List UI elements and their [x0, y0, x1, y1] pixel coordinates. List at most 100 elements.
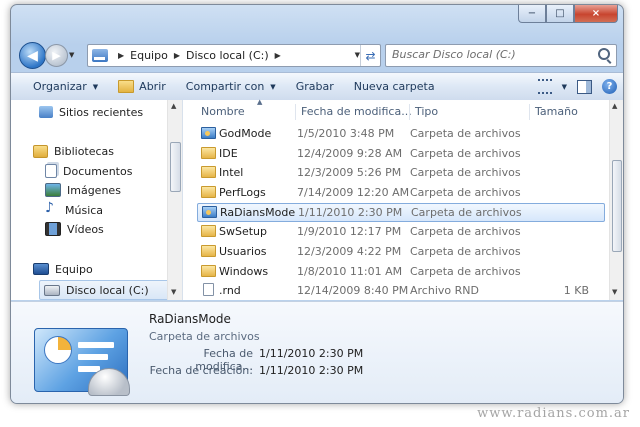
arrow-left-icon: ◀ — [27, 47, 38, 64]
file-date: 12/3/2009 4:22 PM — [297, 245, 402, 258]
file-row-radiansmode[interactable]: RaDiansMode 1/11/2010 2:30 PM Carpeta de… — [197, 203, 605, 222]
column-divider[interactable] — [295, 104, 296, 120]
file-date: 1/5/2010 3:48 PM — [297, 127, 395, 140]
file-name: SwSetup — [219, 225, 267, 238]
nav-item-music[interactable]: Música — [45, 200, 104, 219]
forward-button[interactable]: ▶ — [45, 44, 68, 67]
file-date: 1/9/2010 12:17 PM — [297, 225, 402, 238]
file-row-perflogs[interactable]: PerfLogs 7/14/2009 12:20 AM Carpeta de a… — [197, 184, 603, 202]
open-button[interactable]: Abrir — [108, 73, 176, 100]
view-dropdown-icon[interactable]: ▼ — [562, 83, 567, 91]
open-label: Abrir — [139, 80, 166, 93]
file-date: 12/3/2009 5:26 PM — [297, 166, 402, 179]
column-divider[interactable] — [409, 104, 410, 120]
search-input[interactable] — [386, 45, 592, 64]
explorer-window: − □ × ◀ ▶ ▼ ▶ Equipo ▶ Disco local (C:) … — [10, 4, 624, 404]
documents-icon — [45, 164, 57, 178]
view-controls: ▼ ? — [537, 73, 617, 100]
nav-item-label: Música — [65, 203, 104, 217]
view-options-icon[interactable] — [537, 79, 552, 94]
folder-icon — [201, 245, 216, 257]
videos-icon — [45, 222, 61, 236]
back-button[interactable]: ◀ — [19, 42, 46, 69]
file-type: Carpeta de archivos — [410, 166, 521, 179]
computer-icon — [33, 263, 49, 275]
caption-buttons: − □ × — [518, 5, 618, 23]
file-name: RaDiansMode — [220, 206, 296, 219]
scroll-down-icon[interactable]: ▼ — [612, 288, 617, 296]
details-created-label: Fecha de creación: — [149, 364, 253, 377]
share-label: Compartir con — [185, 80, 265, 93]
file-type: Carpeta de archivos — [410, 147, 521, 160]
column-header-label: Nombre — [201, 104, 245, 118]
bar-decoration — [78, 342, 114, 348]
chevron-down-icon: ▼ — [270, 82, 276, 91]
navigation-pane: Sitios recientes Bibliotecas Documentos … — [11, 100, 183, 300]
file-row-intel[interactable]: Intel 12/3/2009 5:26 PM Carpeta de archi… — [197, 164, 603, 182]
nav-item-videos[interactable]: Vídeos — [45, 220, 104, 238]
file-type: Archivo RND — [410, 284, 479, 297]
file-row-rnd[interactable]: .rnd 12/14/2009 8:40 PM Archivo RND 1 KB — [197, 282, 603, 300]
history-dropdown-icon[interactable]: ▼ — [69, 51, 74, 59]
column-header-name[interactable]: Nombre ▲ — [201, 98, 262, 122]
column-header-type[interactable]: Tipo — [415, 100, 438, 122]
share-button[interactable]: Compartir con ▼ — [176, 73, 286, 100]
nav-item-pictures[interactable]: Imágenes — [45, 181, 121, 199]
address-bar[interactable]: ▶ Equipo ▶ Disco local (C:) ▶ ▼ ⇄ — [87, 44, 381, 67]
search-box[interactable] — [385, 44, 617, 67]
file-type: Carpeta de archivos — [411, 206, 522, 219]
search-icon[interactable] — [598, 48, 610, 60]
nav-item-local-disk[interactable]: Disco local (C:) — [39, 280, 171, 300]
nav-scrollbar[interactable]: ▲ ▼ — [167, 100, 182, 300]
nav-item-documents[interactable]: Documentos — [45, 162, 132, 180]
nav-item-recent-places[interactable]: Sitios recientes — [39, 103, 143, 121]
burn-button[interactable]: Grabar — [286, 73, 344, 100]
nav-item-computer[interactable]: Equipo — [33, 260, 93, 278]
organize-button[interactable]: Organizar ▼ — [23, 73, 108, 100]
file-list-scrollbar[interactable]: ▲ ▼ — [609, 100, 623, 300]
drive-icon — [44, 284, 60, 296]
nav-item-label: Sitios recientes — [59, 105, 144, 119]
column-header-date[interactable]: Fecha de modifica... — [301, 100, 412, 122]
file-name: Intel — [219, 166, 244, 179]
file-type: Carpeta de archivos — [410, 265, 521, 278]
folder-icon — [201, 265, 216, 277]
breadcrumb-separator-icon[interactable]: ▶ — [275, 51, 281, 60]
file-date: 1/8/2010 11:01 AM — [297, 265, 403, 278]
scroll-down-icon[interactable]: ▼ — [171, 288, 176, 296]
breadcrumb-separator-icon[interactable]: ▶ — [118, 51, 124, 60]
new-folder-button[interactable]: Nueva carpeta — [344, 73, 445, 100]
preview-pane-icon[interactable] — [577, 79, 592, 94]
maximize-button[interactable]: □ — [546, 5, 574, 23]
file-row-swsetup[interactable]: SwSetup 1/9/2010 12:17 PM Carpeta de arc… — [197, 223, 603, 241]
nav-scroll-thumb[interactable] — [170, 142, 181, 192]
folder-icon — [201, 166, 216, 178]
minimize-button[interactable]: − — [518, 5, 546, 23]
watermark-text: www.radians.com.ar — [477, 406, 630, 421]
file-icon — [203, 283, 214, 296]
file-scroll-thumb[interactable] — [612, 160, 622, 252]
details-modified-value: 1/11/2010 2:30 PM — [259, 347, 364, 360]
nav-item-libraries[interactable]: Bibliotecas — [33, 142, 114, 160]
close-button[interactable]: × — [574, 5, 618, 23]
file-row-godmode[interactable]: GodMode 1/5/2010 3:48 PM Carpeta de arch… — [197, 125, 603, 143]
file-date: 12/4/2009 9:28 AM — [297, 147, 403, 160]
column-divider[interactable] — [529, 104, 530, 120]
column-header-size[interactable]: Tamaño — [535, 100, 578, 122]
breadcrumb-separator-icon[interactable]: ▶ — [174, 51, 180, 60]
file-row-usuarios[interactable]: Usuarios 12/3/2009 4:22 PM Carpeta de ar… — [197, 243, 603, 261]
content-area: Sitios recientes Bibliotecas Documentos … — [11, 98, 623, 300]
file-row-ide[interactable]: IDE 12/4/2009 9:28 AM Carpeta de archivo… — [197, 145, 603, 163]
scroll-up-icon[interactable]: ▲ — [612, 102, 617, 110]
breadcrumb-equipo[interactable]: Equipo — [130, 49, 168, 62]
help-icon[interactable]: ? — [602, 79, 617, 94]
music-icon — [45, 200, 59, 216]
details-created-value: 1/11/2010 2:30 PM — [259, 364, 364, 377]
details-type: Carpeta de archivos — [149, 330, 260, 343]
refresh-button[interactable]: ⇄ — [360, 45, 380, 66]
scroll-up-icon[interactable]: ▲ — [171, 102, 176, 110]
libraries-icon — [33, 144, 48, 158]
breadcrumb-disco-local[interactable]: Disco local (C:) — [186, 49, 269, 62]
folder-icon — [201, 186, 216, 198]
file-row-windows[interactable]: Windows 1/8/2010 11:01 AM Carpeta de arc… — [197, 263, 603, 281]
